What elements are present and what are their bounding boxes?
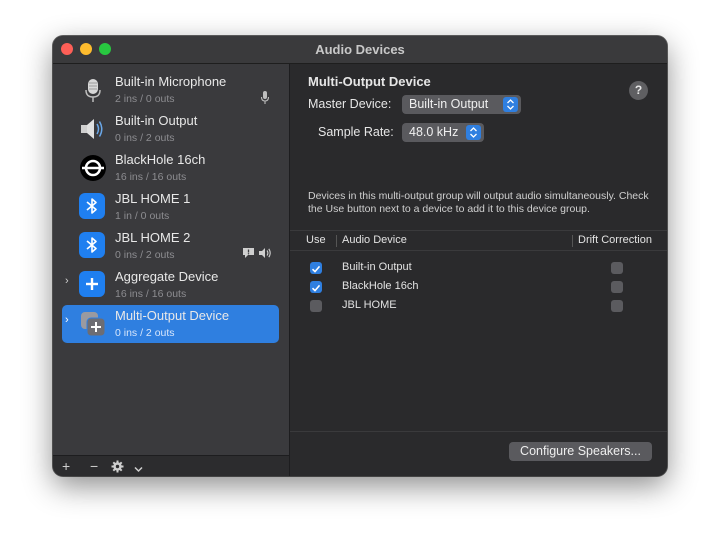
column-audio-device[interactable]: Audio Device — [342, 231, 407, 250]
gear-icon[interactable] — [111, 459, 124, 476]
device-io: 2 ins / 0 outs — [115, 93, 175, 105]
sample-rate-label: Sample Rate: — [318, 125, 394, 139]
device-name: BlackHole 16ch — [115, 152, 206, 167]
master-device-label: Master Device: — [308, 97, 392, 111]
detail-bottom-bar: Configure Speakers... — [290, 431, 667, 476]
device-io: 16 ins / 16 outs — [115, 171, 187, 183]
drift-correction-checkbox[interactable] — [611, 300, 623, 312]
sidebar-item-built-in-microphone[interactable]: Built-in Microphone 2 ins / 0 outs — [62, 71, 279, 109]
configure-speakers-button[interactable]: Configure Speakers... — [509, 442, 652, 461]
sidebar-item-jbl-home-1[interactable]: JBL HOME 1 1 in / 0 outs — [62, 188, 279, 226]
remove-device-button[interactable]: − — [90, 457, 98, 475]
device-name: JBL HOME 1 — [115, 191, 191, 206]
audio-device-name: Built-in Output — [342, 261, 412, 273]
sidebar-item-blackhole-16ch[interactable]: BlackHole 16ch 16 ins / 16 outs — [62, 149, 279, 187]
audio-devices-window: Audio Devices Built-in Microphone 2 ins … — [53, 36, 667, 476]
sidebar-item-built-in-output[interactable]: Built-in Output 0 ins / 2 outs — [62, 110, 279, 148]
sample-rate-popup[interactable]: 48.0 kHz — [402, 123, 484, 142]
use-checkbox[interactable] — [310, 281, 322, 293]
use-checkbox[interactable] — [310, 262, 322, 274]
title-bar: Audio Devices — [53, 36, 667, 64]
device-io: 1 in / 0 outs — [115, 210, 170, 222]
drift-correction-checkbox[interactable] — [611, 281, 623, 293]
device-name: Built-in Output — [115, 113, 198, 128]
device-name: JBL HOME 2 — [115, 230, 191, 245]
speaker-icon — [79, 115, 107, 143]
aggregate-icon — [79, 271, 107, 299]
multi-output-icon — [79, 310, 107, 338]
column-use[interactable]: Use — [306, 231, 326, 250]
device-name: Aggregate Device — [115, 269, 219, 284]
microphone-icon — [79, 76, 107, 104]
column-divider — [336, 235, 337, 247]
output-speaker-indicator-icon — [258, 246, 272, 264]
device-detail-panel: Multi-Output Device ? Master Device: Bui… — [290, 64, 667, 476]
bluetooth-icon — [79, 193, 107, 221]
device-name: Built-in Microphone — [115, 74, 227, 89]
sidebar-item-jbl-home-2[interactable]: JBL HOME 2 0 ins / 2 outs — [62, 227, 279, 265]
audio-device-name: BlackHole 16ch — [342, 280, 419, 292]
add-device-button[interactable]: + — [62, 457, 70, 475]
up-down-chevron-icon — [503, 97, 518, 112]
blackhole-icon — [79, 154, 107, 182]
system-alert-icon — [242, 246, 255, 264]
window-title: Audio Devices — [315, 42, 405, 57]
disclosure-chevron-icon[interactable]: › — [65, 314, 69, 326]
disclosure-chevron-icon[interactable]: › — [65, 275, 69, 287]
device-io: 16 ins / 16 outs — [115, 288, 187, 300]
detail-heading: Multi-Output Device — [308, 74, 431, 89]
master-device-popup[interactable]: Built-in Output — [402, 95, 521, 114]
device-table-header: Use Audio Device Drift Correction — [290, 230, 667, 251]
chevron-down-icon[interactable] — [134, 460, 143, 476]
column-drift-correction[interactable]: Drift Correction — [578, 231, 652, 250]
table-row: JBL HOME — [290, 297, 667, 316]
device-io: 0 ins / 2 outs — [115, 327, 175, 339]
bluetooth-icon — [79, 232, 107, 260]
master-device-value: Built-in Output — [409, 97, 489, 111]
column-divider — [572, 235, 573, 247]
audio-device-name: JBL HOME — [342, 299, 397, 311]
use-checkbox[interactable] — [310, 300, 322, 312]
device-io: 0 ins / 2 outs — [115, 249, 175, 261]
device-name: Multi-Output Device — [115, 308, 230, 323]
sidebar-item-multi-output-device[interactable]: › Multi-Output Device 0 ins / 2 outs — [62, 305, 279, 343]
help-button[interactable]: ? — [629, 81, 648, 100]
group-description: Devices in this multi-output group will … — [308, 190, 649, 215]
input-mic-indicator-icon — [260, 91, 270, 109]
table-row: Built-in Output — [290, 259, 667, 278]
device-io: 0 ins / 2 outs — [115, 132, 175, 144]
up-down-chevron-icon — [466, 125, 481, 140]
sidebar-item-aggregate-device[interactable]: › Aggregate Device 16 ins / 16 outs — [62, 266, 279, 304]
table-row: BlackHole 16ch — [290, 278, 667, 297]
device-sidebar: Built-in Microphone 2 ins / 0 outs Built… — [53, 64, 290, 476]
sidebar-toolbar: + − — [53, 455, 289, 476]
sample-rate-value: 48.0 kHz — [409, 125, 459, 139]
drift-correction-checkbox[interactable] — [611, 262, 623, 274]
